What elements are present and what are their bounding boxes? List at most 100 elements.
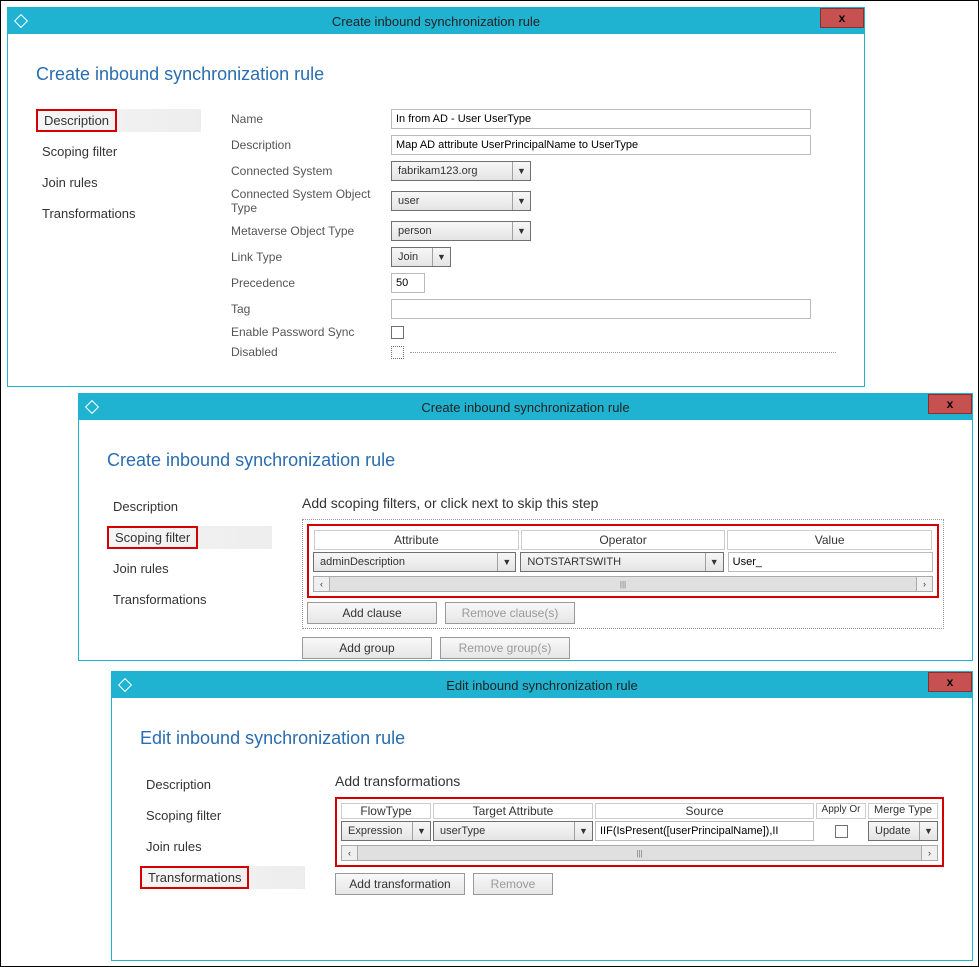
- scroll-right-icon[interactable]: ›: [921, 846, 937, 860]
- page-title: Create inbound synchronization rule: [107, 450, 944, 471]
- cs-object-type-label: Connected System Object Type: [231, 187, 391, 215]
- link-type-label: Link Type: [231, 250, 391, 264]
- nav-join-rules[interactable]: Join rules: [140, 835, 305, 858]
- transformations-area: Add transformations FlowType Target Attr…: [335, 773, 944, 897]
- disabled-checkbox[interactable]: [391, 346, 404, 359]
- window-title: Create inbound synchronization rule: [332, 14, 540, 29]
- titlebar[interactable]: Create inbound synchronization rule x: [79, 394, 972, 420]
- operator-value: NOTSTARTSWITH: [527, 556, 704, 568]
- chevron-down-icon: ▼: [412, 822, 430, 840]
- nav-join-rules[interactable]: Join rules: [107, 557, 272, 580]
- window-description: Create inbound synchronization rule x Cr…: [7, 7, 865, 387]
- close-icon: x: [947, 397, 954, 411]
- link-type-value: Join: [398, 251, 432, 263]
- name-input[interactable]: [391, 109, 811, 129]
- merge-type-dropdown[interactable]: Update ▼: [868, 821, 938, 841]
- mv-object-type-dropdown[interactable]: person ▼: [391, 221, 531, 241]
- scrollbar[interactable]: ‹ ||| ›: [341, 845, 938, 861]
- form-area: Name Description Connected System fabrik…: [231, 109, 836, 365]
- header-attribute: Attribute: [314, 530, 519, 550]
- nav-scoping-label: Scoping filter: [115, 530, 190, 545]
- disabled-label: Disabled: [231, 345, 391, 359]
- precedence-input[interactable]: [391, 273, 425, 293]
- section-heading: Add transformations: [335, 773, 944, 789]
- connected-system-label: Connected System: [231, 164, 391, 178]
- mv-object-type-label: Metaverse Object Type: [231, 224, 391, 238]
- app-icon: [118, 678, 132, 692]
- nav-scoping-highlight: Scoping filter: [107, 526, 198, 549]
- flowtype-dropdown[interactable]: Expression ▼: [341, 821, 431, 841]
- page-title: Edit inbound synchronization rule: [140, 728, 944, 749]
- operator-dropdown[interactable]: NOTSTARTSWITH ▼: [520, 552, 723, 572]
- app-icon: [14, 14, 28, 28]
- titlebar[interactable]: Edit inbound synchronization rule x: [112, 672, 972, 698]
- nav-transformations[interactable]: Transformations: [107, 588, 272, 611]
- scoping-group-panel: Attribute Operator Value adminDescriptio…: [302, 519, 944, 629]
- target-attribute-dropdown[interactable]: userType ▼: [433, 821, 593, 841]
- scroll-left-icon[interactable]: ‹: [342, 846, 358, 860]
- nav-description[interactable]: Description: [140, 773, 305, 796]
- scoping-row-highlight: Attribute Operator Value adminDescriptio…: [307, 524, 939, 598]
- app-icon: [85, 400, 99, 414]
- header-target: Target Attribute: [433, 803, 593, 819]
- add-clause-button[interactable]: Add clause: [307, 602, 437, 624]
- nav-description-label: Description: [44, 113, 109, 128]
- scroll-track[interactable]: |||: [358, 846, 921, 860]
- chevron-down-icon: ▼: [432, 248, 450, 266]
- attribute-dropdown[interactable]: adminDescription ▼: [313, 552, 516, 572]
- nav-scoping-filter[interactable]: Scoping filter: [140, 804, 305, 827]
- nav-scoping-filter[interactable]: Scoping filter: [36, 140, 201, 163]
- chevron-down-icon: ▼: [497, 553, 515, 571]
- chevron-down-icon: ▼: [512, 222, 530, 240]
- scroll-track[interactable]: |||: [330, 577, 916, 591]
- scroll-right-icon[interactable]: ›: [916, 577, 932, 591]
- description-input[interactable]: [391, 135, 811, 155]
- source-input[interactable]: [595, 821, 814, 841]
- nav-transformations-label: Transformations: [148, 870, 241, 885]
- tag-input[interactable]: [391, 299, 811, 319]
- mv-object-type-value: person: [398, 225, 512, 237]
- add-transformation-button[interactable]: Add transformation: [335, 873, 465, 895]
- scroll-left-icon[interactable]: ‹: [314, 577, 330, 591]
- connected-system-value: fabrikam123.org: [398, 165, 512, 177]
- scoping-row: adminDescription ▼ NOTSTARTSWITH ▼: [313, 552, 933, 572]
- remove-group-button[interactable]: Remove group(s): [440, 637, 570, 659]
- link-type-dropdown[interactable]: Join ▼: [391, 247, 451, 267]
- remove-transformation-button[interactable]: Remove: [473, 873, 553, 895]
- nav-join-rules[interactable]: Join rules: [36, 171, 201, 194]
- nav-scoping-filter[interactable]: Scoping filter: [107, 526, 272, 549]
- remove-clause-button[interactable]: Remove clause(s): [445, 602, 575, 624]
- cs-object-type-value: user: [398, 195, 512, 207]
- enable-password-sync-checkbox[interactable]: [391, 326, 404, 339]
- scoping-headers: Attribute Operator Value: [313, 530, 933, 550]
- window-scoping-filter: Create inbound synchronization rule x Cr…: [78, 393, 973, 661]
- value-input[interactable]: [728, 552, 933, 572]
- transformation-row-highlight: FlowType Target Attribute Source Apply O…: [335, 797, 944, 867]
- scrollbar[interactable]: ‹ ||| ›: [313, 576, 933, 592]
- nav-description[interactable]: Description: [107, 495, 272, 518]
- window-title: Create inbound synchronization rule: [421, 400, 629, 415]
- nav-transformations[interactable]: Transformations: [36, 202, 201, 225]
- nav-description[interactable]: Description: [36, 109, 201, 132]
- merge-type-value: Update: [875, 825, 919, 837]
- sidebar: Description Scoping filter Join rules Tr…: [140, 773, 305, 897]
- header-source: Source: [595, 803, 814, 819]
- apply-once-checkbox[interactable]: [835, 825, 848, 838]
- dotted-line: [410, 352, 836, 353]
- header-value: Value: [727, 530, 932, 550]
- header-flowtype: FlowType: [341, 803, 431, 819]
- close-button[interactable]: x: [820, 8, 864, 28]
- section-heading: Add scoping filters, or click next to sk…: [302, 495, 944, 511]
- titlebar[interactable]: Create inbound synchronization rule x: [8, 8, 864, 34]
- close-button[interactable]: x: [928, 394, 972, 414]
- add-group-button[interactable]: Add group: [302, 637, 432, 659]
- close-button[interactable]: x: [928, 672, 972, 692]
- nav-description-highlight: Description: [36, 109, 117, 132]
- flowtype-value: Expression: [348, 825, 412, 837]
- precedence-label: Precedence: [231, 276, 391, 290]
- header-operator: Operator: [521, 530, 726, 550]
- nav-transformations[interactable]: Transformations: [140, 866, 305, 889]
- chevron-down-icon: ▼: [919, 822, 937, 840]
- cs-object-type-dropdown[interactable]: user ▼: [391, 191, 531, 211]
- connected-system-dropdown[interactable]: fabrikam123.org ▼: [391, 161, 531, 181]
